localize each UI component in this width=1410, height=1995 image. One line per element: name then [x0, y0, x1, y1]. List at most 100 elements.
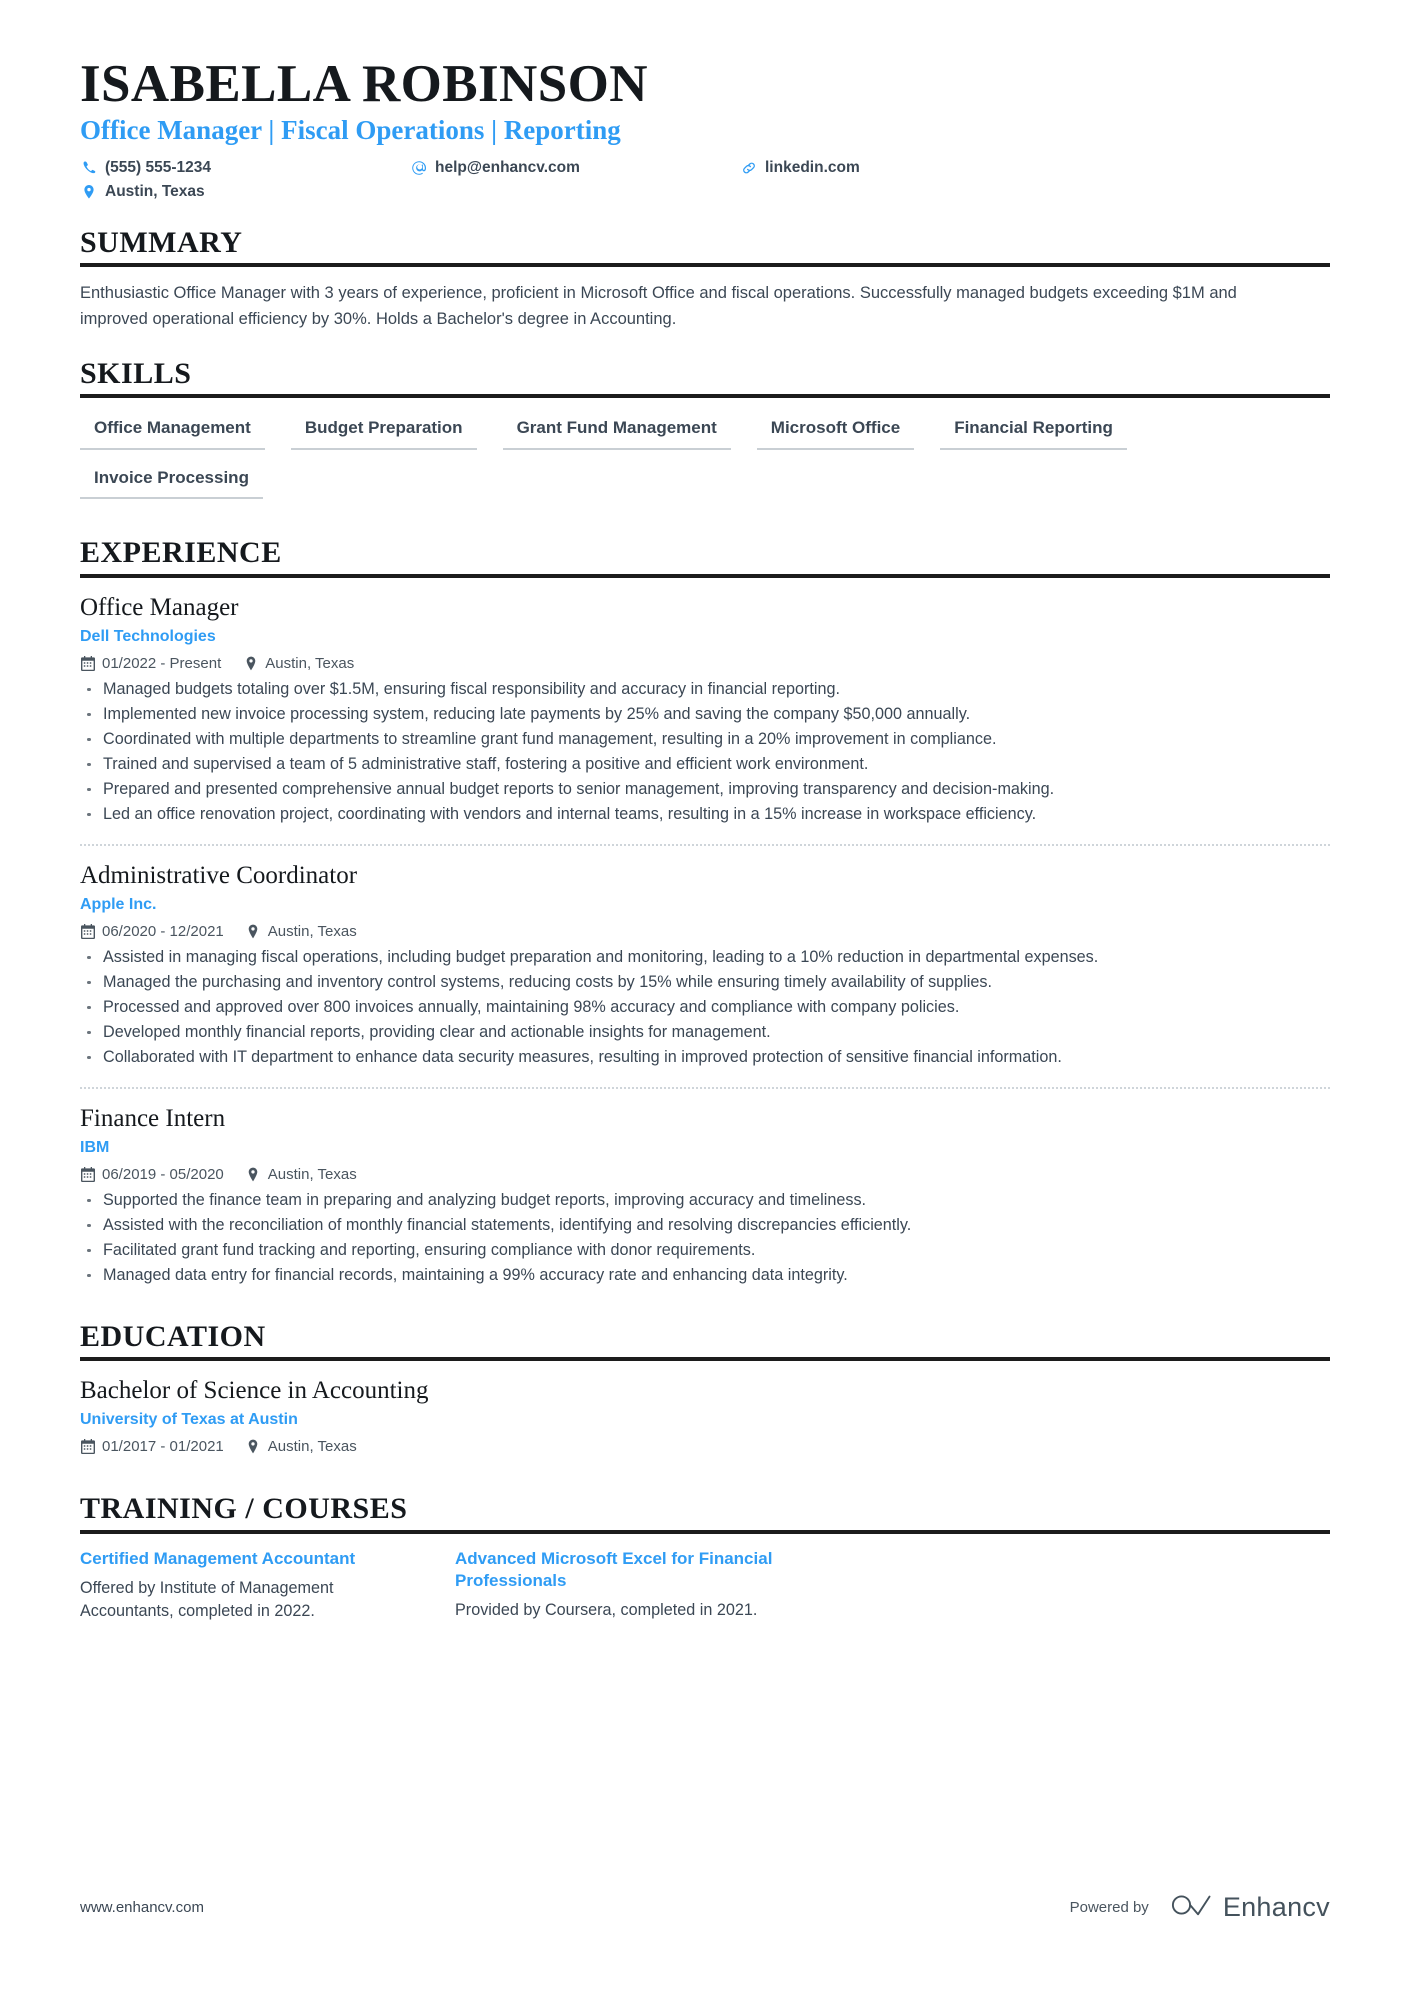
- list-item: Coordinated with multiple departments to…: [80, 728, 1328, 751]
- course-description: Offered by Institute of Management Accou…: [80, 1579, 334, 1621]
- experience-entry: Office Manager Dell Technologies 01/2022…: [80, 592, 1330, 834]
- skills-list: Office Management Budget Preparation Gra…: [80, 412, 1330, 511]
- responsibility-list: Supported the finance team in preparing …: [80, 1189, 1330, 1287]
- calendar-icon: [80, 655, 95, 671]
- list-item: Trained and supervised a team of 5 admin…: [80, 753, 1328, 776]
- date-range-text: 06/2019 - 05/2020: [102, 1165, 224, 1183]
- job-title: Office Manager: [80, 593, 239, 621]
- section-rule: [80, 394, 1330, 399]
- education-entry: Bachelor of Science in Accounting Univer…: [80, 1375, 1330, 1467]
- course-description: Provided by Coursera, completed in 2021.: [455, 1601, 758, 1620]
- skill-chip: Microsoft Office: [756, 412, 915, 450]
- skill-chip: Invoice Processing: [80, 462, 263, 500]
- course-item: Certified Management Accountant Offered …: [80, 1548, 420, 1623]
- entry-meta: 06/2019 - 05/2020 Austin, Texas: [80, 1166, 1330, 1183]
- contact-linkedin-text: linkedin.com: [765, 158, 860, 176]
- company-name[interactable]: Dell Technologies: [80, 627, 1330, 648]
- contact-info: (555) 555-1234 help@enhancv.com linkedin…: [80, 159, 1330, 201]
- section-title-skills: SKILLS: [80, 357, 192, 391]
- contact-location-text: Austin, Texas: [105, 182, 205, 200]
- school-location: Austin, Texas: [246, 1438, 357, 1455]
- entry-meta: 01/2022 - Present Austin, Texas: [80, 655, 1330, 672]
- page-footer: www.enhancv.com Powered by Enhancv: [80, 1892, 1330, 1923]
- entry-meta: 06/2020 - 12/2021 Austin, Texas: [80, 923, 1330, 940]
- calendar-icon: [80, 923, 95, 939]
- date-range-text: 01/2022 - Present: [102, 654, 222, 672]
- section-summary: SUMMARY Enthusiastic Office Manager with…: [80, 226, 1330, 333]
- job-location-text: Austin, Texas: [267, 1165, 357, 1183]
- date-range-text: 01/2017 - 01/2021: [102, 1438, 224, 1456]
- enhancv-brand: Enhancv: [1171, 1892, 1330, 1923]
- contact-email[interactable]: help@enhancv.com: [410, 159, 740, 177]
- list-item: Supported the finance team in preparing …: [80, 1189, 1328, 1212]
- candidate-name: ISABELLA ROBINSON: [80, 55, 648, 113]
- job-title: Finance Intern: [80, 1104, 226, 1132]
- calendar-icon: [80, 1439, 95, 1455]
- company-name[interactable]: Apple Inc.: [80, 895, 1330, 916]
- skill-chip: Budget Preparation: [290, 412, 477, 450]
- date-range: 06/2019 - 05/2020: [80, 1166, 224, 1183]
- powered-by-label: Powered by: [1069, 1899, 1149, 1916]
- job-location-text: Austin, Texas: [267, 922, 357, 940]
- course-item: Advanced Microsoft Excel for Financial P…: [455, 1548, 795, 1623]
- list-item: Assisted with the reconciliation of mont…: [80, 1214, 1328, 1237]
- section-title-education: EDUCATION: [80, 1319, 266, 1353]
- contact-location: Austin, Texas: [80, 183, 410, 201]
- school-location-text: Austin, Texas: [267, 1438, 357, 1456]
- courses-list: Certified Management Accountant Offered …: [80, 1548, 1330, 1623]
- location-icon: [246, 1166, 261, 1182]
- contact-linkedin[interactable]: linkedin.com: [740, 159, 860, 177]
- list-item: Managed budgets totaling over $1.5M, ens…: [80, 678, 1328, 701]
- section-title-experience: EXPERIENCE: [80, 536, 282, 570]
- date-range: 01/2017 - 01/2021: [80, 1438, 224, 1455]
- entry-meta: 01/2017 - 01/2021 Austin, Texas: [80, 1438, 1330, 1455]
- skill-chip: Financial Reporting: [940, 412, 1127, 450]
- list-item: Led an office renovation project, coordi…: [80, 803, 1328, 826]
- company-name[interactable]: IBM: [80, 1138, 1330, 1159]
- location-icon: [246, 1439, 261, 1455]
- job-location: Austin, Texas: [246, 1166, 357, 1183]
- candidate-headline: Office Manager | Fiscal Operations | Rep…: [80, 115, 621, 146]
- job-location: Austin, Texas: [246, 923, 357, 940]
- skill-chip: Office Management: [80, 412, 265, 450]
- responsibility-list: Assisted in managing fiscal operations, …: [80, 946, 1330, 1069]
- job-location: Austin, Texas: [243, 655, 354, 672]
- date-range: 01/2022 - Present: [80, 655, 221, 672]
- section-experience: EXPERIENCE Office Manager Dell Technolog…: [80, 536, 1330, 1295]
- location-icon: [246, 923, 261, 939]
- school-name[interactable]: University of Texas at Austin: [80, 1410, 1330, 1431]
- list-item: Collaborated with IT department to enhan…: [80, 1046, 1328, 1069]
- degree-title: Bachelor of Science in Accounting: [80, 1377, 429, 1405]
- list-item: Managed data entry for financial records…: [80, 1264, 1328, 1287]
- contact-phone-text: (555) 555-1234: [105, 158, 211, 176]
- experience-entry: Finance Intern IBM 06/2019 - 05/2020 Aus…: [80, 1086, 1330, 1295]
- location-icon: [243, 655, 258, 671]
- summary-text: Enthusiastic Office Manager with 3 years…: [80, 283, 1237, 328]
- responsibility-list: Managed budgets totaling over $1.5M, ens…: [80, 678, 1330, 826]
- section-title-training: TRAINING / COURSES: [80, 1492, 408, 1526]
- list-item: Processed and approved over 800 invoices…: [80, 996, 1328, 1019]
- section-rule: [80, 262, 1330, 267]
- list-item: Managed the purchasing and inventory con…: [80, 971, 1328, 994]
- location-icon: [80, 183, 98, 201]
- contact-phone[interactable]: (555) 555-1234: [80, 159, 410, 177]
- course-name[interactable]: Certified Management Accountant: [80, 1548, 420, 1570]
- footer-website[interactable]: www.enhancv.com: [80, 1899, 204, 1916]
- calendar-icon: [80, 1166, 95, 1182]
- section-education: EDUCATION Bachelor of Science in Account…: [80, 1319, 1330, 1467]
- date-range-text: 06/2020 - 12/2021: [102, 922, 224, 940]
- section-training: TRAINING / COURSES Certified Management …: [80, 1492, 1330, 1623]
- resume-page: ISABELLA ROBINSON Office Manager | Fisca…: [0, 0, 1410, 1995]
- section-skills: SKILLS Office Management Budget Preparat…: [80, 357, 1330, 511]
- footer-branding: Powered by Enhancv: [1070, 1892, 1330, 1923]
- section-rule: [80, 573, 1330, 578]
- course-name[interactable]: Advanced Microsoft Excel for Financial P…: [455, 1548, 795, 1593]
- experience-entry: Administrative Coordinator Apple Inc. 06…: [80, 843, 1330, 1077]
- list-item: Assisted in managing fiscal operations, …: [80, 946, 1328, 969]
- enhancv-wordmark: Enhancv: [1222, 1892, 1330, 1922]
- enhancv-logo-icon: [1171, 1892, 1213, 1923]
- phone-icon: [80, 159, 98, 177]
- section-rule: [80, 1357, 1330, 1362]
- link-icon: [740, 159, 758, 177]
- list-item: Implemented new invoice processing syste…: [80, 703, 1328, 726]
